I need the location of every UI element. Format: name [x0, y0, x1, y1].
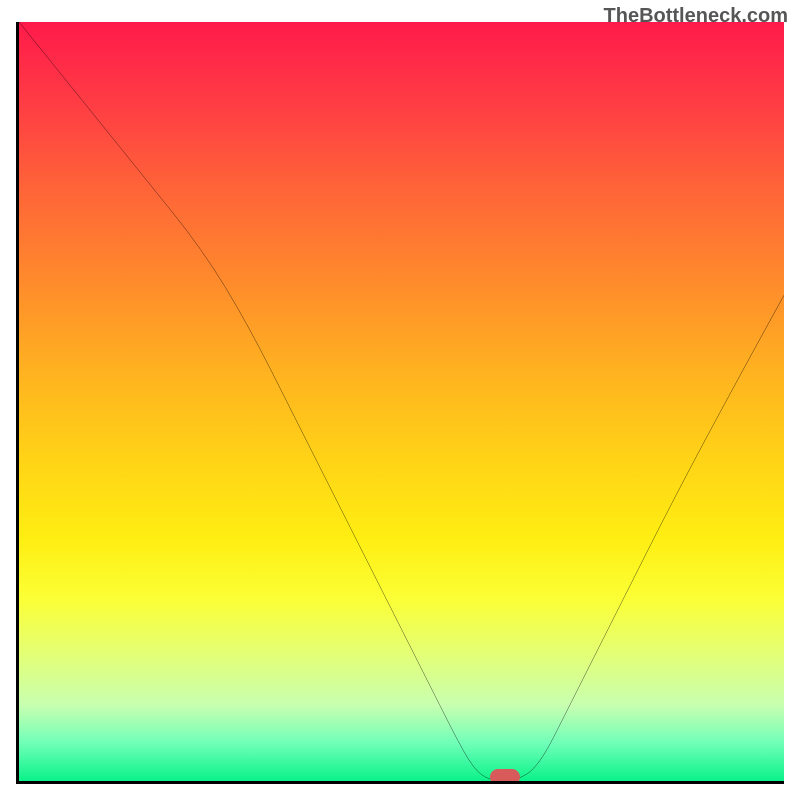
attribution-text: TheBottleneck.com: [604, 5, 788, 28]
bottleneck-curve-path: [19, 22, 784, 781]
bottleneck-chart: [16, 22, 784, 784]
bottleneck-curve-svg: [19, 22, 784, 781]
optimal-marker: [490, 769, 520, 784]
